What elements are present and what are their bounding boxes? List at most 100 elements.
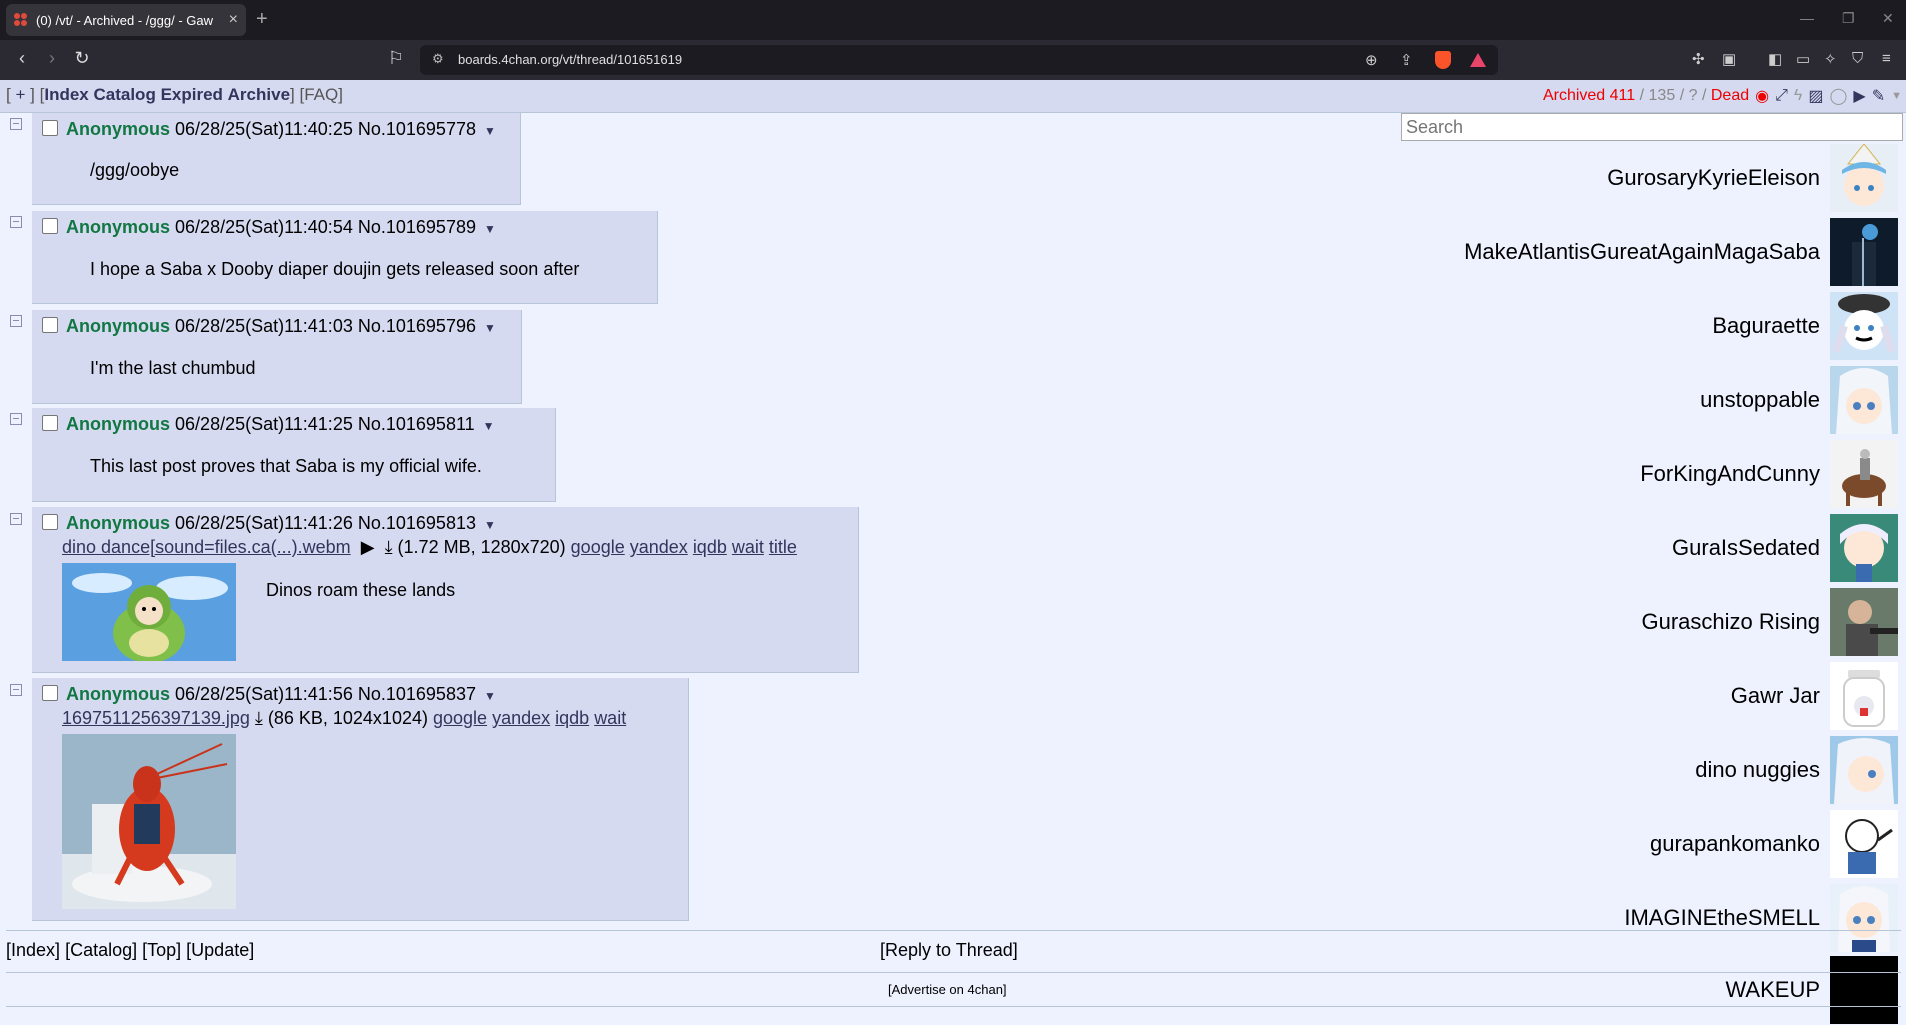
post-menu-chevron-icon[interactable]: ▼ xyxy=(484,689,496,703)
post-checkbox[interactable] xyxy=(42,120,58,136)
sidebar-icon[interactable]: ◧ xyxy=(1768,50,1782,68)
search-wait-link[interactable]: wait xyxy=(594,708,626,728)
bookmark-icon[interactable]: ⚐ xyxy=(384,48,408,69)
hide-post-button[interactable] xyxy=(10,684,22,696)
hide-post-button[interactable] xyxy=(10,413,22,425)
user-row[interactable]: unstoppable xyxy=(1700,365,1898,435)
post-number-label[interactable]: No. xyxy=(358,684,386,704)
eye-icon[interactable]: ◉ xyxy=(1755,86,1769,106)
post-number-label[interactable]: No. xyxy=(358,513,386,533)
quote-threading-icon[interactable]: ◯ xyxy=(1829,86,1847,106)
post-number[interactable]: 101695811 xyxy=(386,414,475,434)
user-row[interactable]: gurapankomanko xyxy=(1650,809,1898,879)
settings-wrench-icon[interactable]: ✎ xyxy=(1872,86,1885,106)
nav-link-faq[interactable]: [FAQ] xyxy=(300,85,343,104)
post-menu-chevron-icon[interactable]: ▼ xyxy=(484,321,496,335)
search-yandex-link[interactable]: yandex xyxy=(492,708,550,728)
post-menu-chevron-icon[interactable]: ▼ xyxy=(484,518,496,532)
hide-post-button[interactable] xyxy=(10,216,22,228)
hide-post-button[interactable] xyxy=(10,118,22,130)
download-icon[interactable]: ⤓ xyxy=(255,708,263,728)
nav-link-expired[interactable]: Expired xyxy=(161,85,223,104)
hide-post-button[interactable] xyxy=(10,315,22,327)
post-menu-chevron-icon[interactable]: ▼ xyxy=(483,419,495,433)
expand-boards-button[interactable]: + xyxy=(15,85,25,104)
back-icon[interactable]: ‹ xyxy=(10,48,34,69)
post-number[interactable]: 101695796 xyxy=(386,316,476,336)
post-number[interactable]: 101695778 xyxy=(386,119,476,139)
post-number[interactable]: 101695813 xyxy=(386,513,476,533)
wallet-icon[interactable]: ▭ xyxy=(1796,50,1810,68)
forward-icon[interactable]: › xyxy=(40,48,64,69)
user-row[interactable]: IMAGINEtheSMELL xyxy=(1624,883,1898,953)
restore-icon[interactable]: ❐ xyxy=(1842,10,1855,27)
post-menu-chevron-icon[interactable]: ▼ xyxy=(484,124,496,138)
search-yandex-link[interactable]: yandex xyxy=(630,537,688,557)
reload-icon[interactable]: ↻ xyxy=(70,48,94,69)
close-tab-icon[interactable]: × xyxy=(229,11,238,29)
search-iqdb-link[interactable]: iqdb xyxy=(693,537,727,557)
user-row[interactable]: Gawr Jar xyxy=(1731,661,1898,731)
minimize-icon[interactable]: — xyxy=(1800,10,1814,26)
search-input[interactable] xyxy=(1401,113,1903,141)
post-checkbox[interactable] xyxy=(42,415,58,431)
file-link[interactable]: 1697511256397139.jpg xyxy=(62,708,250,728)
brave-shields-icon[interactable] xyxy=(1435,51,1451,69)
post-menu-chevron-icon[interactable]: ▼ xyxy=(484,222,496,236)
hide-post-button[interactable] xyxy=(10,513,22,525)
footer-link-update[interactable]: [Update] xyxy=(186,940,254,960)
play-icon[interactable]: ▶ xyxy=(1853,86,1865,106)
title-link[interactable]: title xyxy=(769,537,797,557)
vpn-icon[interactable]: ⛉ xyxy=(1852,50,1863,67)
footer-link-index[interactable]: [Index] xyxy=(6,940,60,960)
post-number-label[interactable]: No. xyxy=(358,217,386,237)
image-thumbnail[interactable] xyxy=(62,734,236,909)
search-wait-link[interactable]: wait xyxy=(732,537,764,557)
search-google-link[interactable]: google xyxy=(433,708,487,728)
share-icon[interactable]: ⇪ xyxy=(1400,51,1413,69)
footer-link-top[interactable]: [Top] xyxy=(142,940,181,960)
close-window-icon[interactable]: ✕ xyxy=(1882,10,1894,27)
post-number-label[interactable]: No. xyxy=(358,316,386,336)
user-row[interactable]: GuraIsSedated xyxy=(1672,513,1898,583)
play-video-icon[interactable]: ▶ xyxy=(356,537,380,557)
user-row[interactable]: Guraschizo Rising xyxy=(1641,587,1898,657)
new-tab-icon[interactable]: + xyxy=(256,8,268,31)
post-checkbox[interactable] xyxy=(42,514,58,530)
post-number[interactable]: 101695789 xyxy=(386,217,476,237)
post-number[interactable]: 101695837 xyxy=(386,684,476,704)
user-row[interactable]: MakeAtlantisGureatAgainMagaSaba xyxy=(1464,217,1898,287)
footer-link-catalog[interactable]: [Catalog] xyxy=(65,940,137,960)
post-checkbox[interactable] xyxy=(42,317,58,333)
post-number-label[interactable]: No. xyxy=(358,414,386,434)
user-row[interactable]: GurosaryKyrieEleison xyxy=(1607,143,1898,213)
address-bar[interactable]: ⚙ boards.4chan.org/vt/thread/101651619 ⊕… xyxy=(420,45,1498,75)
extensions-icon[interactable]: ✣ xyxy=(1692,50,1705,68)
post-checkbox[interactable] xyxy=(42,685,58,701)
post-checkbox[interactable] xyxy=(42,218,58,234)
brave-rewards-icon[interactable] xyxy=(1470,53,1486,67)
gallery-icon[interactable]: ▨ xyxy=(1808,86,1823,106)
fullscreen-icon[interactable]: ⤢ xyxy=(1775,87,1788,105)
search-iqdb-link[interactable]: iqdb xyxy=(555,708,589,728)
reader-icon[interactable]: ▣ xyxy=(1722,50,1736,68)
nav-link-index[interactable]: Index xyxy=(44,85,88,104)
user-row[interactable]: ForKingAndCunny xyxy=(1640,439,1898,509)
site-info-icon[interactable]: ⚙ xyxy=(432,51,444,67)
advertise-link[interactable]: Advertise on 4chan xyxy=(892,982,1003,997)
leo-ai-icon[interactable]: ✧ xyxy=(1824,50,1837,68)
nav-link-archive[interactable]: Archive xyxy=(228,85,290,104)
menu-icon[interactable]: ≡ xyxy=(1882,50,1891,67)
user-row[interactable]: Baguraette xyxy=(1712,291,1898,361)
reply-to-thread-link[interactable]: [Reply to Thread] xyxy=(880,940,1018,961)
nav-link-catalog[interactable]: Catalog xyxy=(93,85,155,104)
thread-updater-icon[interactable]: ϟ xyxy=(1794,87,1802,105)
browser-tab[interactable]: (0) /vt/ - Archived - /ggg/ - Gaw × xyxy=(6,4,246,36)
user-row[interactable]: WAKEUP xyxy=(1725,955,1898,1025)
zoom-icon[interactable]: ⊕ xyxy=(1365,51,1378,69)
file-link[interactable]: dino dance[sound=files.ca(...).webm xyxy=(62,537,351,557)
download-icon[interactable]: ⤓ xyxy=(385,537,393,557)
search-google-link[interactable]: google xyxy=(571,537,625,557)
chevron-down-icon[interactable]: ▼ xyxy=(1891,90,1902,102)
post-number-label[interactable]: No. xyxy=(358,119,386,139)
